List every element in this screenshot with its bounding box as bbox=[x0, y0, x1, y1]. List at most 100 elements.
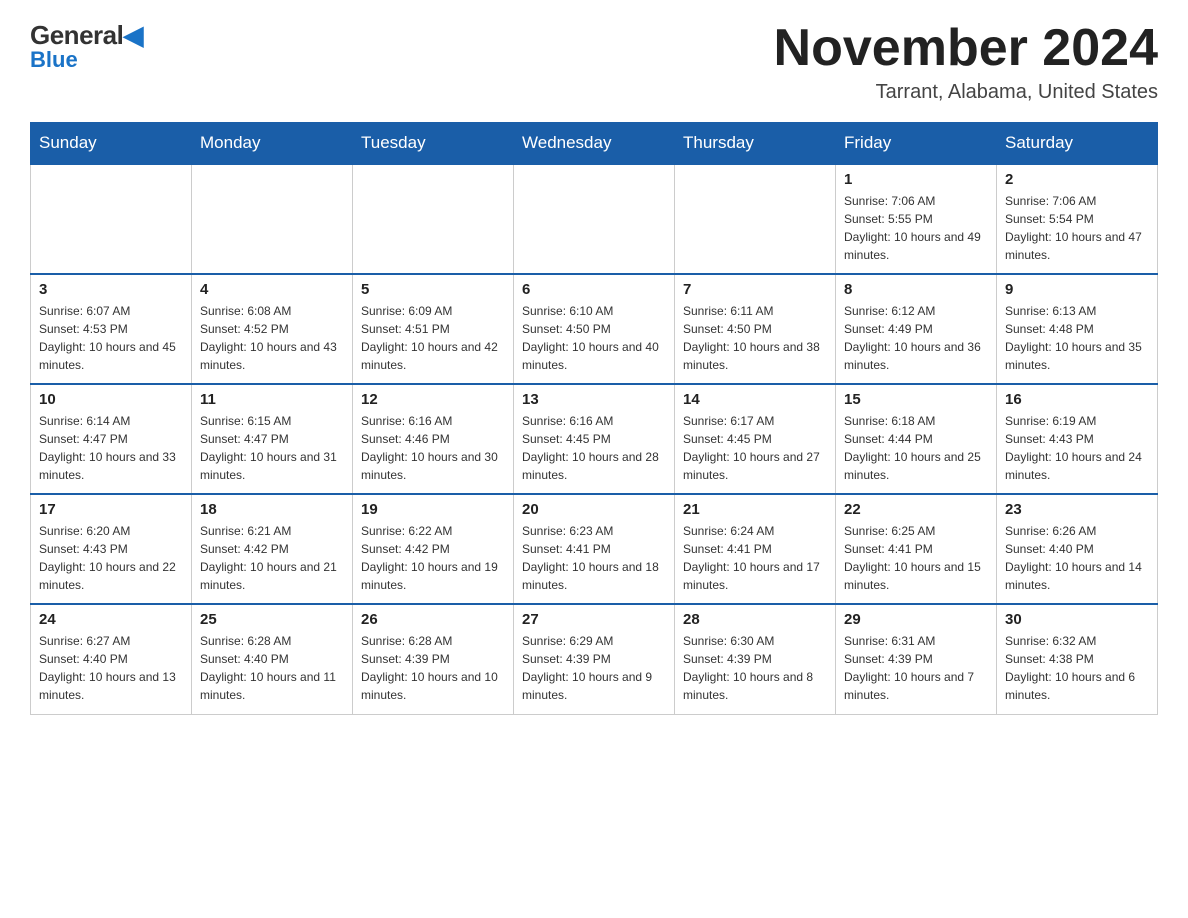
page-header: General◀ Blue November 2024 Tarrant, Ala… bbox=[30, 20, 1158, 104]
calendar-cell: 5 Sunrise: 6:09 AM Sunset: 4:51 PM Daylig… bbox=[353, 274, 514, 384]
logo: General◀ Blue bbox=[30, 20, 143, 73]
day-number: 11 bbox=[200, 391, 344, 408]
day-number: 6 bbox=[522, 281, 666, 298]
calendar-cell: 22Sunrise: 6:25 AM Sunset: 4:41 PM Dayli… bbox=[836, 494, 997, 604]
calendar-cell: 21 Sunrise: 6:24 AM Sunset: 4:41 PM Dayli… bbox=[675, 494, 836, 604]
day-number: 21 bbox=[683, 501, 827, 518]
calendar-cell: 8 Sunrise: 6:12 AM Sunset: 4:49 PM Daylig… bbox=[836, 274, 997, 384]
logo-triangle-icon: ◀ bbox=[123, 20, 143, 50]
day-info: Sunrise: 6:24 AM Sunset: 4:41 PM Dayligh… bbox=[683, 522, 827, 594]
calendar-cell: 7Sunrise: 6:11 AM Sunset: 4:50 PM Daylig… bbox=[675, 274, 836, 384]
header-right: November 2024 Tarrant, Alabama, United S… bbox=[774, 20, 1158, 104]
calendar-cell bbox=[31, 164, 192, 274]
day-info: Sunrise: 6:32 AM Sunset: 4:38 PM Dayligh… bbox=[1005, 632, 1149, 704]
day-info: Sunrise: 6:10 AM Sunset: 4:50 PM Dayligh… bbox=[522, 302, 666, 374]
day-number: 2 bbox=[1005, 171, 1149, 188]
day-info: Sunrise: 7:06 AM Sunset: 5:55 PM Dayligh… bbox=[844, 192, 988, 264]
calendar-cell: 11Sunrise: 6:15 AM Sunset: 4:47 PM Dayli… bbox=[192, 384, 353, 494]
calendar-week-4: 17Sunrise: 6:20 AM Sunset: 4:43 PM Dayli… bbox=[31, 494, 1158, 604]
day-number: 10 bbox=[39, 391, 183, 408]
calendar-cell: 13 Sunrise: 6:16 AM Sunset: 4:45 PM Dayli… bbox=[514, 384, 675, 494]
calendar-cell: 14Sunrise: 6:17 AM Sunset: 4:45 PM Dayli… bbox=[675, 384, 836, 494]
day-number: 13 bbox=[522, 391, 666, 408]
calendar-cell: 15 Sunrise: 6:18 AM Sunset: 4:44 PM Dayli… bbox=[836, 384, 997, 494]
calendar-cell: 17Sunrise: 6:20 AM Sunset: 4:43 PM Dayli… bbox=[31, 494, 192, 604]
calendar-cell: 29 Sunrise: 6:31 AM Sunset: 4:39 PM Dayli… bbox=[836, 604, 997, 714]
calendar-header-friday: Friday bbox=[836, 123, 997, 165]
calendar-cell: 12Sunrise: 6:16 AM Sunset: 4:46 PM Dayli… bbox=[353, 384, 514, 494]
day-number: 19 bbox=[361, 501, 505, 518]
day-info: Sunrise: 6:28 AM Sunset: 4:40 PM Dayligh… bbox=[200, 632, 344, 704]
calendar-header-sunday: Sunday bbox=[31, 123, 192, 165]
calendar-cell: 18 Sunrise: 6:21 AM Sunset: 4:42 PM Dayli… bbox=[192, 494, 353, 604]
day-number: 4 bbox=[200, 281, 344, 298]
day-info: Sunrise: 6:12 AM Sunset: 4:49 PM Dayligh… bbox=[844, 302, 988, 374]
calendar-cell: 27 Sunrise: 6:29 AM Sunset: 4:39 PM Dayli… bbox=[514, 604, 675, 714]
calendar-header-monday: Monday bbox=[192, 123, 353, 165]
day-number: 30 bbox=[1005, 611, 1149, 628]
day-number: 1 bbox=[844, 171, 988, 188]
calendar-cell: 4 Sunrise: 6:08 AM Sunset: 4:52 PM Daylig… bbox=[192, 274, 353, 384]
month-title: November 2024 bbox=[774, 20, 1158, 77]
day-info: Sunrise: 6:22 AM Sunset: 4:42 PM Dayligh… bbox=[361, 522, 505, 594]
day-info: Sunrise: 6:14 AM Sunset: 4:47 PM Dayligh… bbox=[39, 412, 183, 484]
day-info: Sunrise: 7:06 AM Sunset: 5:54 PM Dayligh… bbox=[1005, 192, 1149, 264]
day-number: 17 bbox=[39, 501, 183, 518]
calendar-cell: 25 Sunrise: 6:28 AM Sunset: 4:40 PM Dayli… bbox=[192, 604, 353, 714]
day-info: Sunrise: 6:07 AM Sunset: 4:53 PM Dayligh… bbox=[39, 302, 183, 374]
day-number: 26 bbox=[361, 611, 505, 628]
day-number: 7 bbox=[683, 281, 827, 298]
calendar-week-5: 24Sunrise: 6:27 AM Sunset: 4:40 PM Dayli… bbox=[31, 604, 1158, 714]
calendar-cell bbox=[192, 164, 353, 274]
day-info: Sunrise: 6:23 AM Sunset: 4:41 PM Dayligh… bbox=[522, 522, 666, 594]
calendar-cell: 24Sunrise: 6:27 AM Sunset: 4:40 PM Dayli… bbox=[31, 604, 192, 714]
day-info: Sunrise: 6:30 AM Sunset: 4:39 PM Dayligh… bbox=[683, 632, 827, 704]
location-text: Tarrant, Alabama, United States bbox=[774, 81, 1158, 104]
calendar-cell: 23Sunrise: 6:26 AM Sunset: 4:40 PM Dayli… bbox=[997, 494, 1158, 604]
calendar-cell: 9Sunrise: 6:13 AM Sunset: 4:48 PM Daylig… bbox=[997, 274, 1158, 384]
calendar-header-tuesday: Tuesday bbox=[353, 123, 514, 165]
day-info: Sunrise: 6:16 AM Sunset: 4:46 PM Dayligh… bbox=[361, 412, 505, 484]
day-info: Sunrise: 6:29 AM Sunset: 4:39 PM Dayligh… bbox=[522, 632, 666, 704]
day-number: 20 bbox=[522, 501, 666, 518]
day-number: 27 bbox=[522, 611, 666, 628]
day-number: 16 bbox=[1005, 391, 1149, 408]
calendar-cell bbox=[675, 164, 836, 274]
day-info: Sunrise: 6:08 AM Sunset: 4:52 PM Dayligh… bbox=[200, 302, 344, 374]
day-number: 18 bbox=[200, 501, 344, 518]
day-info: Sunrise: 6:18 AM Sunset: 4:44 PM Dayligh… bbox=[844, 412, 988, 484]
day-number: 15 bbox=[844, 391, 988, 408]
calendar-week-1: 1 Sunrise: 7:06 AM Sunset: 5:55 PM Daylig… bbox=[31, 164, 1158, 274]
calendar-cell bbox=[353, 164, 514, 274]
day-info: Sunrise: 6:21 AM Sunset: 4:42 PM Dayligh… bbox=[200, 522, 344, 594]
logo-blue-text: Blue bbox=[30, 47, 78, 73]
calendar-header-thursday: Thursday bbox=[675, 123, 836, 165]
day-info: Sunrise: 6:27 AM Sunset: 4:40 PM Dayligh… bbox=[39, 632, 183, 704]
day-info: Sunrise: 6:28 AM Sunset: 4:39 PM Dayligh… bbox=[361, 632, 505, 704]
day-number: 22 bbox=[844, 501, 988, 518]
calendar-cell: 20 Sunrise: 6:23 AM Sunset: 4:41 PM Dayli… bbox=[514, 494, 675, 604]
day-info: Sunrise: 6:26 AM Sunset: 4:40 PM Dayligh… bbox=[1005, 522, 1149, 594]
calendar-week-3: 10 Sunrise: 6:14 AM Sunset: 4:47 PM Dayli… bbox=[31, 384, 1158, 494]
calendar-table: SundayMondayTuesdayWednesdayThursdayFrid… bbox=[30, 122, 1158, 715]
day-number: 28 bbox=[683, 611, 827, 628]
calendar-cell: 30 Sunrise: 6:32 AM Sunset: 4:38 PM Dayli… bbox=[997, 604, 1158, 714]
calendar-header-saturday: Saturday bbox=[997, 123, 1158, 165]
calendar-cell: 16 Sunrise: 6:19 AM Sunset: 4:43 PM Dayli… bbox=[997, 384, 1158, 494]
day-number: 29 bbox=[844, 611, 988, 628]
calendar-cell: 26 Sunrise: 6:28 AM Sunset: 4:39 PM Dayli… bbox=[353, 604, 514, 714]
day-number: 25 bbox=[200, 611, 344, 628]
day-number: 8 bbox=[844, 281, 988, 298]
day-info: Sunrise: 6:31 AM Sunset: 4:39 PM Dayligh… bbox=[844, 632, 988, 704]
day-number: 3 bbox=[39, 281, 183, 298]
day-info: Sunrise: 6:09 AM Sunset: 4:51 PM Dayligh… bbox=[361, 302, 505, 374]
calendar-cell: 1 Sunrise: 7:06 AM Sunset: 5:55 PM Daylig… bbox=[836, 164, 997, 274]
day-info: Sunrise: 6:16 AM Sunset: 4:45 PM Dayligh… bbox=[522, 412, 666, 484]
calendar-cell: 2 Sunrise: 7:06 AM Sunset: 5:54 PM Daylig… bbox=[997, 164, 1158, 274]
day-info: Sunrise: 6:17 AM Sunset: 4:45 PM Dayligh… bbox=[683, 412, 827, 484]
calendar-cell: 10 Sunrise: 6:14 AM Sunset: 4:47 PM Dayli… bbox=[31, 384, 192, 494]
calendar-week-2: 3 Sunrise: 6:07 AM Sunset: 4:53 PM Daylig… bbox=[31, 274, 1158, 384]
calendar-cell: 3 Sunrise: 6:07 AM Sunset: 4:53 PM Daylig… bbox=[31, 274, 192, 384]
day-number: 5 bbox=[361, 281, 505, 298]
day-info: Sunrise: 6:19 AM Sunset: 4:43 PM Dayligh… bbox=[1005, 412, 1149, 484]
